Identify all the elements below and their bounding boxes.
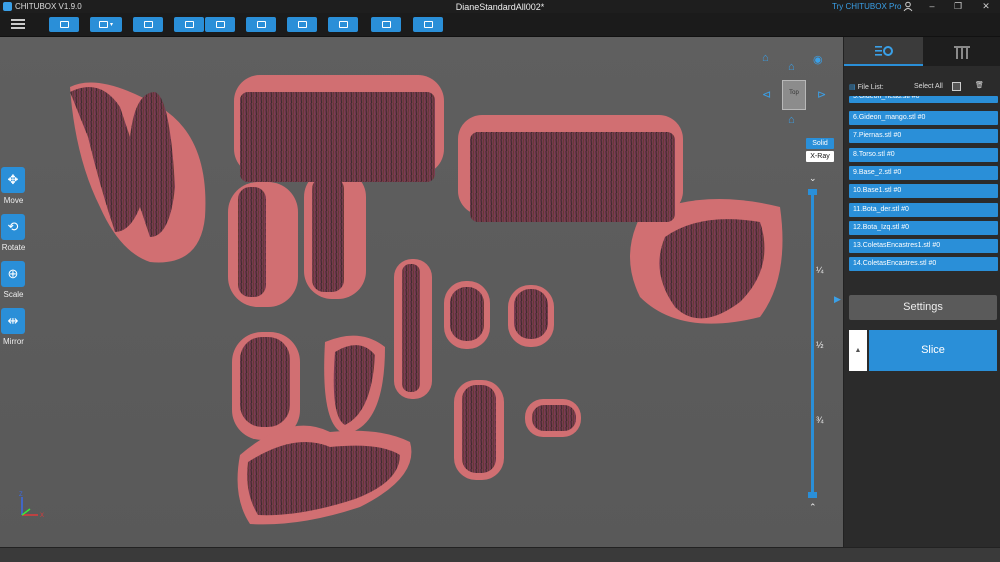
move-tool[interactable]: ✥ Move	[0, 167, 27, 205]
3d-viewport[interactable]: ✥ Move ⟲ Rotate ⊕ Scale ⇹ Mirror Z X ⌂ ◉…	[0, 37, 843, 547]
slider-tick-half: ½	[816, 340, 824, 350]
select-all-label[interactable]: Select All	[914, 83, 943, 90]
try-pro-link[interactable]: Try CHITUBOX Pro	[832, 2, 901, 11]
printer-icon	[338, 21, 348, 28]
status-bar	[0, 547, 1000, 562]
solid-mode-button[interactable]: Solid	[806, 138, 834, 149]
slice-button[interactable]: Slice	[869, 330, 997, 371]
layer-slider-bottom-handle[interactable]	[808, 492, 817, 498]
minimize-button[interactable]: –	[926, 1, 938, 12]
grid-icon	[143, 21, 153, 28]
select-all-checkbox[interactable]	[952, 82, 961, 91]
file-row[interactable]: 8.Torso.stl #0	[849, 148, 998, 162]
network-icon	[297, 21, 307, 28]
file-row[interactable]: 6.Gideon_mango.stl #0	[849, 111, 998, 125]
slider-tick-quarter: ¼	[816, 265, 824, 275]
view-right-icon[interactable]: ⊳	[817, 88, 826, 101]
file-row[interactable]: 13.ColetasEncastres1.stl #0	[849, 239, 998, 253]
select-icon	[381, 21, 391, 28]
xray-mode-button[interactable]: X-Ray	[806, 151, 834, 162]
right-panel: ▤ File List: Select All 🗑 5.Gideon_head.…	[843, 37, 1000, 547]
file-row[interactable]: 11.Bota_der.stl #0	[849, 203, 998, 217]
slice-options-icon[interactable]: ▲	[849, 330, 867, 371]
edit-settings-icon	[874, 45, 893, 56]
rotate-tool[interactable]: ⟲ Rotate	[0, 214, 27, 252]
view-cube[interactable]: Top	[782, 80, 806, 110]
move-label: Move	[3, 196, 24, 205]
undo-icon	[184, 21, 194, 28]
mirror-tool[interactable]: ⇹ Mirror	[0, 308, 27, 346]
view-up-icon[interactable]: ⌂	[788, 61, 795, 73]
settings-button[interactable]: Settings	[849, 295, 997, 320]
file-row[interactable]: 5.Gideon_head.stl #0	[849, 96, 998, 103]
layer-slider-track[interactable]	[811, 192, 814, 497]
svg-text:Z: Z	[19, 492, 23, 498]
file-list-icon: ▤	[849, 84, 856, 91]
slice-control: ▲ Slice	[849, 330, 997, 371]
select-all-button[interactable]	[371, 17, 401, 32]
view-down-icon[interactable]: ⌂	[788, 114, 795, 126]
mirror-icon: ⇹	[1, 308, 25, 334]
slider-collapse-icon[interactable]: ⌄	[809, 173, 817, 184]
redo-icon	[215, 21, 225, 28]
build-plate-scene[interactable]	[0, 37, 843, 547]
save-button[interactable]: ▾	[90, 17, 122, 32]
tab-edit[interactable]	[844, 37, 923, 66]
file-row[interactable]: 7.Piernas.stl #0	[849, 129, 998, 143]
print-button[interactable]	[328, 17, 358, 32]
axis-gizmo-icon: Z X	[19, 492, 44, 519]
slider-tick-three-quarter: ¾	[816, 415, 824, 425]
slider-expand-icon[interactable]: ⌃	[809, 502, 817, 513]
scale-icon: ⊕	[1, 261, 25, 287]
monitor-icon	[423, 21, 433, 28]
support-table-icon	[954, 45, 970, 59]
file-row[interactable]: 9.Base_2.stl #0	[849, 166, 998, 180]
machine-settings-button[interactable]	[413, 17, 443, 32]
save-icon	[98, 21, 108, 28]
redo-button[interactable]	[205, 17, 235, 32]
svg-text:X: X	[40, 513, 44, 519]
app-title: CHITUBOX V1.9.0	[15, 2, 82, 11]
rotate-label: Rotate	[1, 243, 26, 252]
maximize-button[interactable]: ❐	[952, 1, 964, 12]
tab-supports[interactable]	[923, 37, 1000, 66]
panel-collapse-icon[interactable]: ▶	[834, 294, 842, 306]
close-button[interactable]: ✕	[980, 1, 992, 12]
open-file-button[interactable]	[49, 17, 79, 32]
layer-slider-top-handle[interactable]	[808, 189, 817, 195]
home-view-icon[interactable]: ⌂	[762, 52, 769, 64]
scale-tool[interactable]: ⊕ Scale	[0, 261, 27, 299]
network-button[interactable]	[287, 17, 317, 32]
scale-label: Scale	[3, 290, 24, 299]
file-list-header: ▤ File List: Select All 🗑	[849, 81, 997, 91]
file-row[interactable]: 14.ColetasEncastres.stl #0	[849, 257, 998, 271]
view-left-icon[interactable]: ⊲	[762, 88, 771, 101]
file-row[interactable]: 12.Bota_Izq.stl #0	[849, 221, 998, 235]
file-list-label: File List:	[857, 84, 884, 91]
eye-icon[interactable]: ◉	[813, 53, 823, 66]
undo-button[interactable]	[174, 17, 204, 32]
rotate-icon: ⟲	[1, 214, 25, 240]
file-row[interactable]: 10.Base1.stl #0	[849, 184, 998, 198]
new-project-button[interactable]	[133, 17, 163, 32]
screenshot-button[interactable]	[246, 17, 276, 32]
camera-icon	[256, 21, 266, 28]
move-icon: ✥	[1, 167, 25, 193]
user-icon[interactable]	[902, 1, 914, 12]
mirror-label: Mirror	[3, 337, 24, 346]
folder-icon	[59, 21, 69, 28]
hamburger-menu-icon[interactable]	[11, 17, 25, 31]
delete-icon[interactable]: 🗑	[975, 81, 984, 89]
app-logo-icon	[3, 2, 12, 11]
toolbar: ▾	[0, 13, 1000, 37]
